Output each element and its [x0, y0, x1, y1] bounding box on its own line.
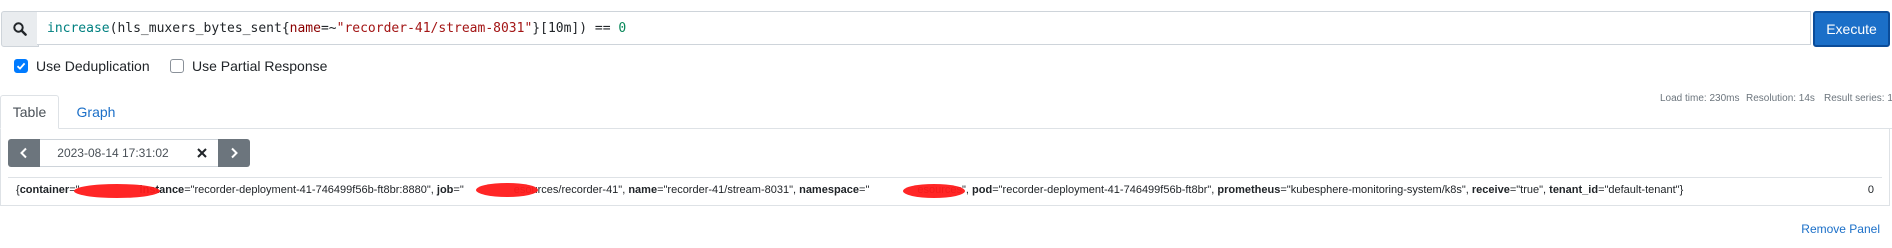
label-value-job: =": [453, 184, 464, 196]
query-label-value: "recorder-41/stream-8031": [336, 21, 533, 36]
query-brace-close: }: [532, 21, 541, 36]
dedup-checkbox[interactable]: [14, 59, 28, 73]
query-comparison: ==: [587, 21, 619, 36]
partial-response-option[interactable]: Use Partial Response: [170, 58, 327, 74]
query-number: 0: [618, 21, 627, 36]
query-brace-open: {: [281, 21, 290, 36]
execute-button[interactable]: Execute: [1813, 11, 1890, 47]
label-value-namespace: =": [859, 184, 870, 196]
label-key-job: job: [436, 184, 454, 196]
label-key-receive: receive: [1471, 184, 1510, 196]
result-series: Result series: 1: [1824, 93, 1892, 104]
query-label-name: name: [289, 21, 321, 36]
next-time-button[interactable]: [218, 139, 250, 167]
remove-panel-link[interactable]: Remove Panel: [1801, 222, 1880, 236]
label-value-tenant: ="default-tenant"}: [1598, 184, 1684, 196]
series-value: 0: [1867, 184, 1874, 196]
label-key-tenant: tenant_id: [1549, 184, 1599, 196]
tab-table[interactable]: Table: [0, 95, 59, 129]
label-key-container: container: [19, 184, 70, 196]
expression-input[interactable]: increase(hls_muxers_bytes_sent{name=~"re…: [37, 11, 1811, 45]
query-paren-close: ): [579, 21, 588, 36]
clear-time-button[interactable]: [186, 139, 218, 167]
dedup-label: Use Deduplication: [36, 58, 150, 74]
redaction-mark: [74, 184, 160, 198]
eval-time-input[interactable]: 2023-08-14 17:31:02: [40, 139, 186, 167]
query-bar: increase(hls_muxers_bytes_sent{name=~"re…: [0, 11, 1892, 47]
partial-response-checkbox[interactable]: [170, 59, 184, 73]
label-key-prometheus: prometheus: [1217, 184, 1281, 196]
query-operator: =~: [320, 21, 337, 36]
redaction-mark: [476, 183, 538, 197]
label-value-name: ="recorder-41/stream-8031",: [657, 184, 800, 196]
search-icon: [1, 11, 39, 47]
label-key-name: name: [628, 184, 658, 196]
chevron-right-icon: [231, 147, 238, 159]
prev-time-button[interactable]: [8, 139, 40, 167]
tab-graph[interactable]: Graph: [60, 95, 132, 129]
partial-response-label: Use Partial Response: [192, 58, 328, 74]
query-metric: hls_muxers_bytes_sent: [117, 21, 282, 36]
label-value-prometheus: ="kubesphere-monitoring-system/k8s",: [1280, 184, 1472, 196]
label-key-namespace: namespace: [799, 184, 860, 196]
resolution: Resolution: 14s: [1746, 93, 1815, 104]
query-function: increase: [47, 21, 110, 36]
label-key-pod: pod: [972, 184, 993, 196]
label-value-receive: ="true",: [1509, 184, 1550, 196]
dedup-option[interactable]: Use Deduplication: [14, 58, 150, 74]
label-value-instance: ="recorder-deployment-41-746499f56b-ft8b…: [184, 184, 437, 196]
close-icon: [197, 148, 207, 158]
load-time: Load time: 230ms: [1660, 93, 1740, 104]
series-labels: {container="instance="recorder-deploymen…: [16, 184, 1684, 196]
chevron-left-icon: [20, 147, 27, 159]
redaction-mark: [903, 184, 965, 198]
query-range: [10m]: [540, 21, 580, 36]
label-value-pod: ="recorder-deployment-41-746499f56b-ft8b…: [992, 184, 1218, 196]
